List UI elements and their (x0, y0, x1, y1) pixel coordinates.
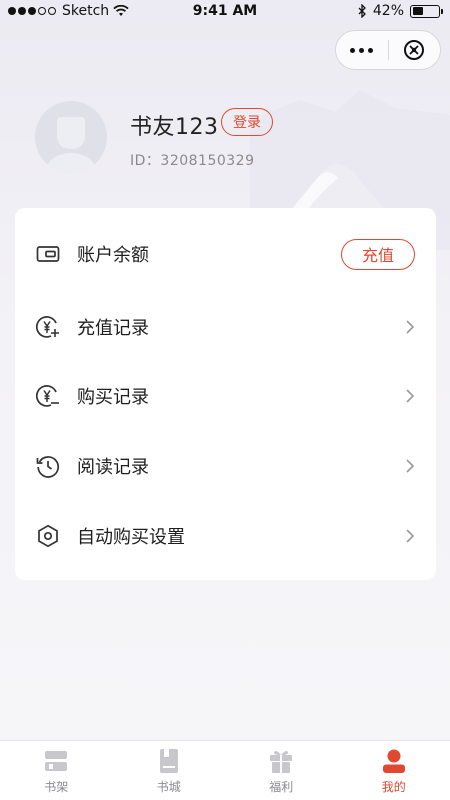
bookshelf-icon (45, 751, 68, 771)
avatar[interactable] (35, 101, 107, 173)
gift-icon (270, 751, 293, 773)
user-id: ID：3208150329 (130, 153, 255, 169)
status-right: 42% (358, 3, 443, 19)
menu-item-label: 账户余额 (77, 245, 149, 266)
tab-bar: 书架 书城 福利 我的 (0, 740, 450, 800)
close-circle-icon (404, 40, 425, 60)
chevron-right-icon (406, 320, 415, 334)
menu-item-auto-purchase-settings[interactable]: 自动购买设置 (15, 512, 436, 560)
menu-item-label: 自动购买设置 (77, 527, 185, 548)
history-icon (36, 456, 60, 478)
login-button[interactable]: 登录 (221, 108, 273, 136)
bluetooth-icon (358, 4, 366, 18)
tab-bookshelf[interactable]: 书架 (0, 741, 113, 800)
bookstore-icon (159, 749, 178, 773)
yuan-minus-icon (36, 385, 59, 407)
username: 书友123 (130, 115, 219, 140)
yuan-plus-icon (36, 316, 59, 338)
menu-item-reading-history[interactable]: 阅读记录 (15, 442, 436, 490)
wallet-icon (36, 246, 60, 262)
more-button[interactable] (336, 31, 388, 69)
menu-item-label: 购买记录 (77, 387, 149, 408)
menu-item-account-balance[interactable]: 账户余额 充值 (15, 230, 436, 278)
tab-label: 书城 (156, 780, 181, 794)
battery-percent: 42% (372, 3, 404, 19)
mini-program-capsule (335, 30, 441, 70)
menu-card: 账户余额 充值 充值记录 购买记录 阅读记录 自动购买设置 (15, 208, 436, 580)
menu-item-label: 阅读记录 (77, 457, 149, 478)
more-dots-icon (350, 47, 374, 53)
menu-item-label: 充值记录 (77, 318, 149, 339)
close-button[interactable] (389, 31, 441, 69)
menu-item-purchase-records[interactable]: 购买记录 (15, 372, 436, 420)
recharge-button[interactable]: 充值 (341, 238, 415, 270)
tab-me[interactable]: 我的 (338, 741, 450, 800)
chevron-right-icon (406, 529, 415, 543)
tab-label: 我的 (381, 780, 406, 794)
battery-icon (410, 4, 443, 18)
tab-label: 书架 (44, 780, 69, 794)
status-bar: Sketch 9:41 AM 42% (0, 0, 450, 24)
tab-welfare[interactable]: 福利 (225, 741, 338, 800)
battery-level (412, 7, 423, 15)
menu-item-recharge-records[interactable]: 充值记录 (15, 303, 436, 351)
default-avatar-icon (47, 117, 95, 173)
hexagon-settings-icon (38, 524, 58, 548)
tab-label: 福利 (269, 780, 294, 794)
chevron-right-icon (406, 459, 415, 473)
chevron-right-icon (406, 389, 415, 403)
profile-icon (382, 749, 405, 773)
tab-bookstore[interactable]: 书城 (113, 741, 226, 800)
